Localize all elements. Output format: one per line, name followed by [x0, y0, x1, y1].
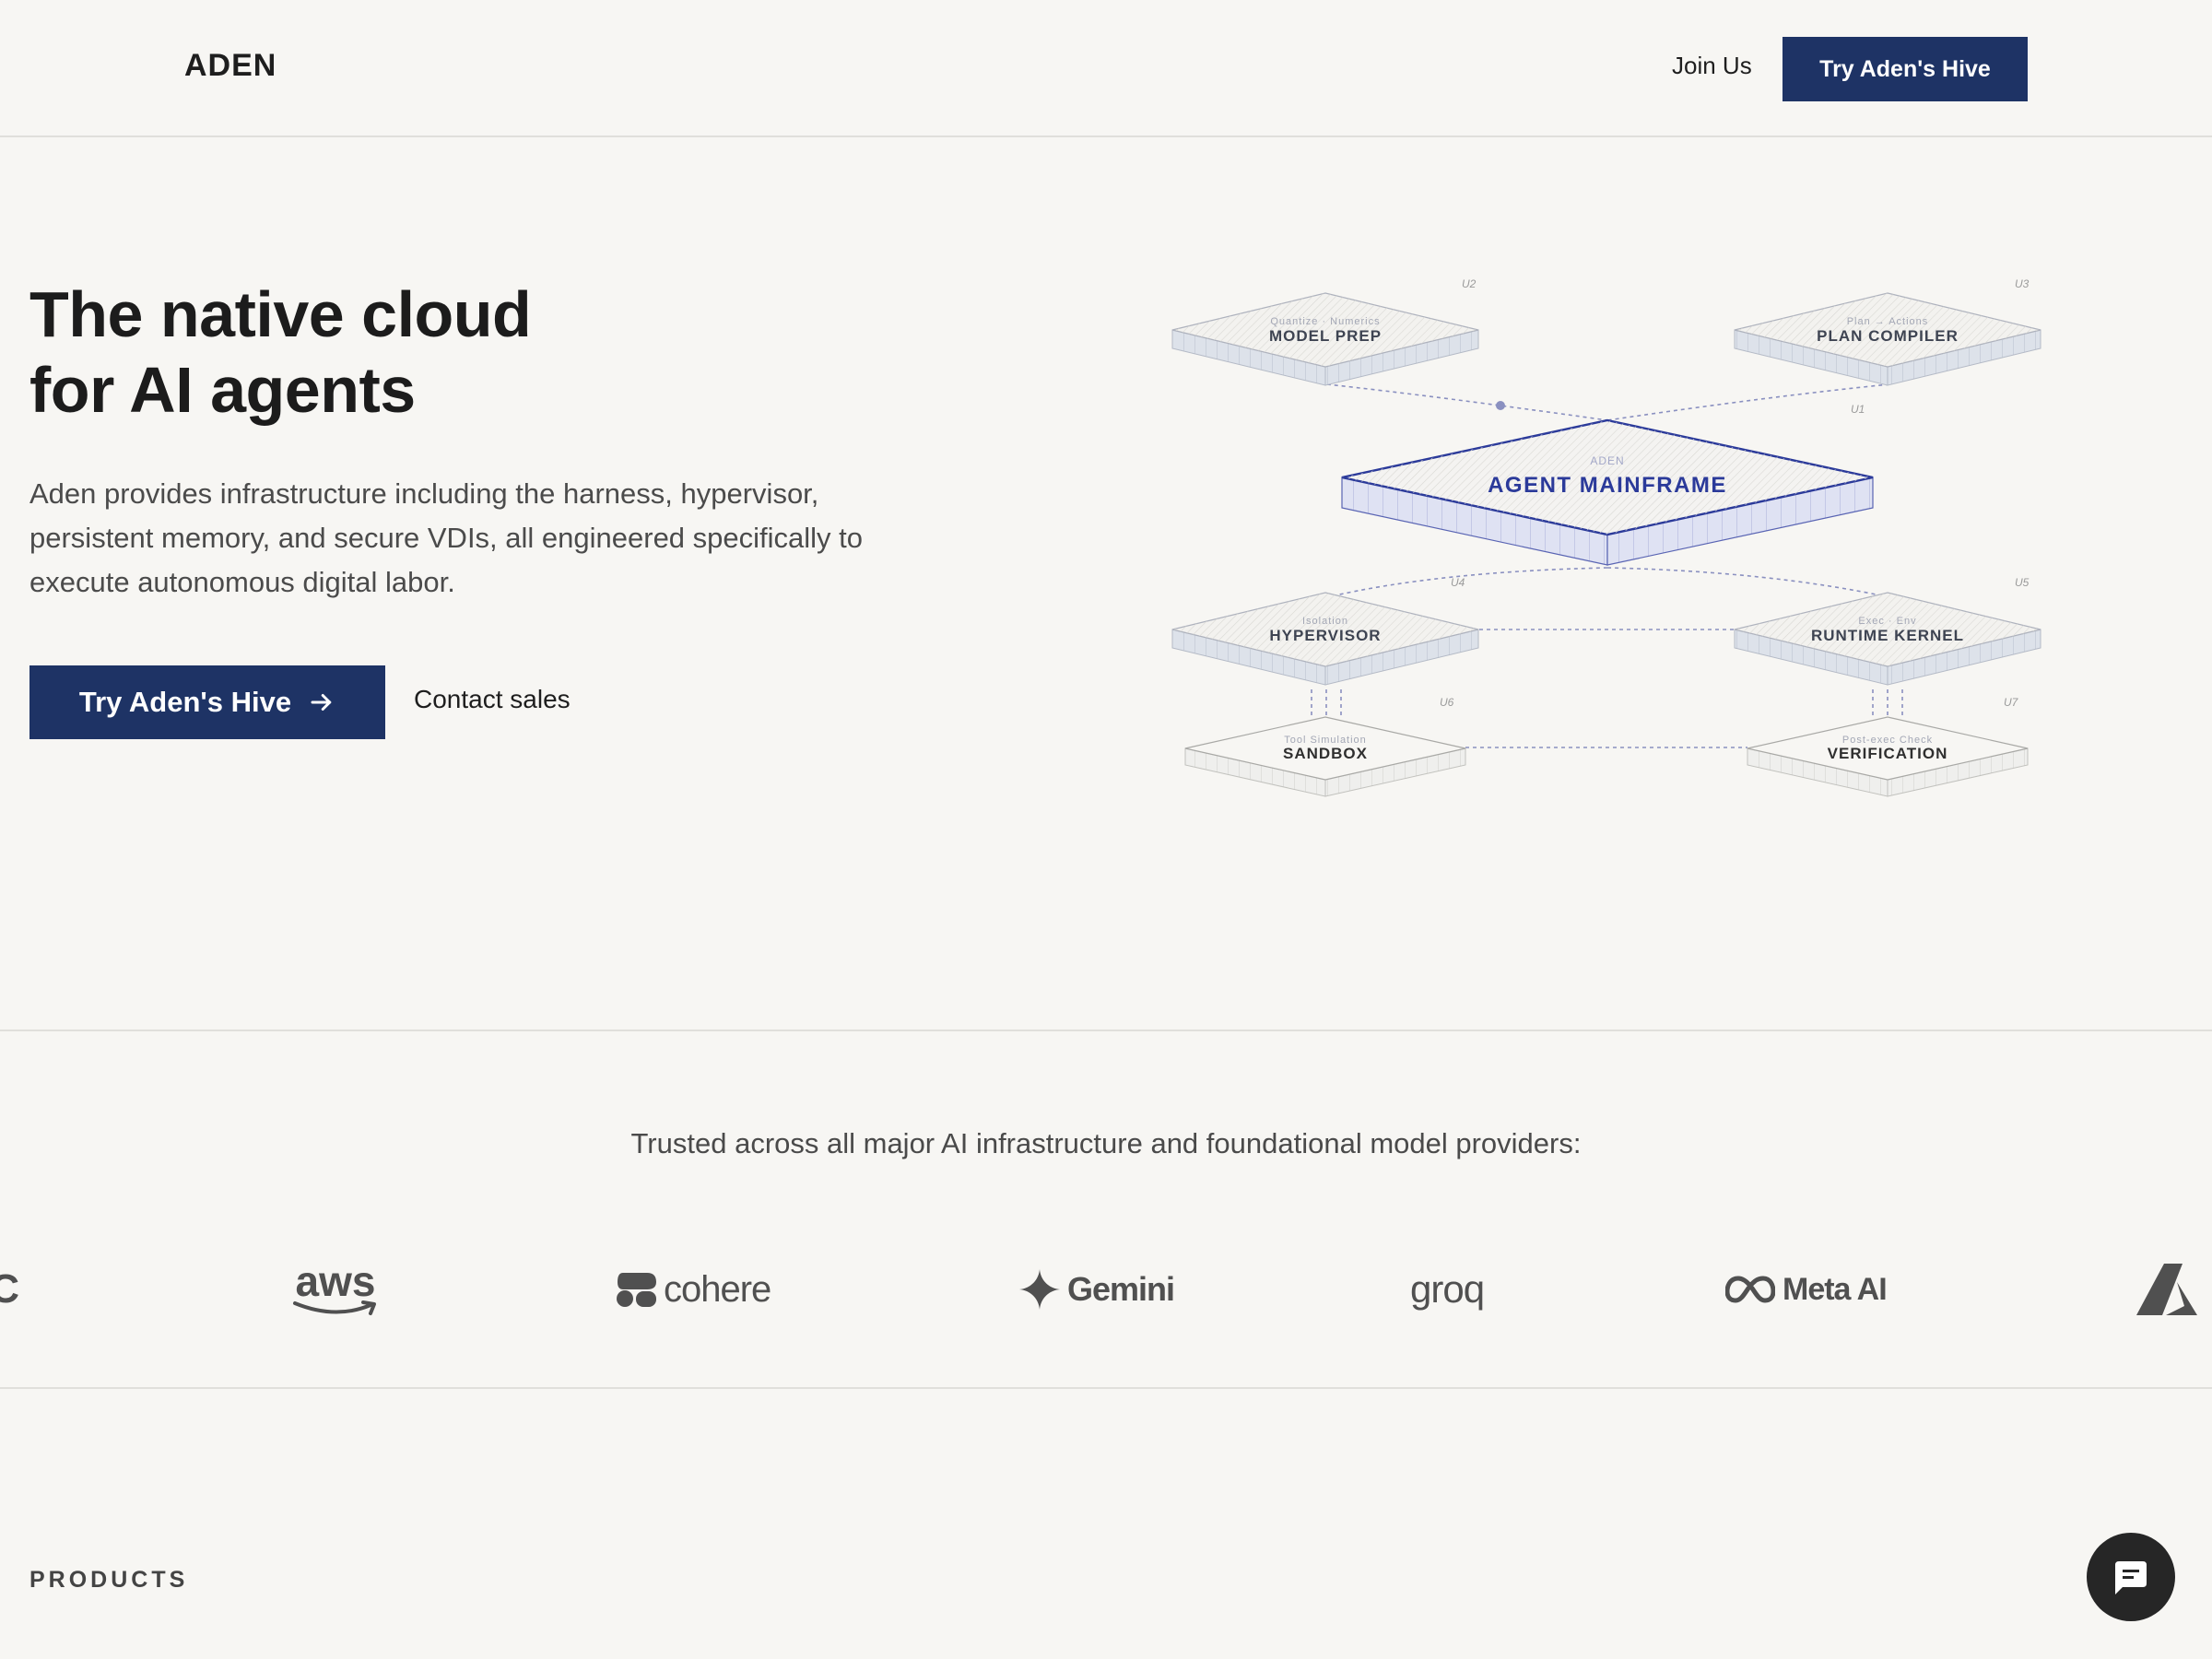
aws-wordmark: aws [295, 1257, 376, 1305]
runtime-kernel-unit: U5 [2015, 576, 2030, 589]
sandbox-label: SANDBOX [1283, 745, 1368, 762]
node-model-prep[interactable]: Quantize · Numerics MODEL PREP U2 [1171, 277, 1479, 386]
mainframe-unit: U1 [1851, 403, 1865, 416]
plan-compiler-unit: U3 [2015, 277, 2030, 290]
arrow-right-icon [311, 694, 332, 711]
groq-wordmark: groq [1410, 1267, 1485, 1311]
chat-launcher-button[interactable] [2087, 1533, 2175, 1621]
hero-title-line-1: The native cloud [29, 278, 532, 350]
site-header: ADEN Join Us Try Aden's Hive [0, 0, 2212, 137]
cohere-wordmark: cohere [664, 1268, 771, 1310]
gemini-wordmark: Gemini [1067, 1270, 1175, 1308]
gemini-star-icon [1019, 1269, 1060, 1310]
logo-cohere: cohere [616, 1253, 771, 1326]
aden-logo[interactable]: ADEN [184, 48, 276, 84]
node-agent-mainframe[interactable]: ADEN AGENT MAINFRAME U1 [1341, 403, 1874, 566]
hero-title-line-2: for AI agents [29, 354, 416, 426]
anthropic-wordmark: \C [0, 1266, 19, 1312]
azure-icon [2136, 1264, 2197, 1315]
hypervisor-unit: U4 [1451, 576, 1465, 589]
logo-meta-ai: Meta AI [1725, 1253, 1888, 1326]
logo-anthropic: \C [0, 1253, 19, 1326]
logo-aws: aws [291, 1253, 380, 1326]
contact-sales-link[interactable]: Contact sales [414, 685, 571, 714]
node-runtime-kernel[interactable]: Exec · Env RUNTIME KERNEL U5 [1734, 576, 2041, 686]
meta-infinity-icon [1725, 1276, 1775, 1303]
hero-try-hive-button[interactable]: Try Aden's Hive [29, 665, 385, 739]
verification-label: VERIFICATION [1828, 745, 1948, 762]
plan-compiler-label: PLAN COMPILER [1817, 327, 1959, 345]
logo-gemini: Gemini [1019, 1253, 1175, 1326]
header-try-hive-button[interactable]: Try Aden's Hive [1783, 37, 2028, 101]
trusted-by-text: Trusted across all major AI infrastructu… [630, 1127, 1582, 1159]
mainframe-label: AGENT MAINFRAME [1488, 473, 1727, 498]
runtime-kernel-tag: Exec · Env [1858, 616, 1916, 627]
model-prep-unit: U2 [1462, 277, 1477, 290]
meta-ai-wordmark: Meta AI [1783, 1271, 1888, 1307]
products-section-label: PRODUCTS [29, 1567, 189, 1593]
cohere-icon [617, 1273, 656, 1307]
plan-compiler-tag: Plan → Actions [1847, 316, 1929, 327]
trusted-by-section: Trusted across all major AI infrastructu… [0, 1030, 2212, 1389]
mainframe-tag: ADEN [1590, 454, 1624, 467]
runtime-kernel-label: RUNTIME KERNEL [1811, 627, 1964, 644]
verification-unit: U7 [2004, 696, 2019, 709]
connector-node [1496, 401, 1505, 410]
model-prep-label: MODEL PREP [1269, 327, 1382, 345]
node-plan-compiler[interactable]: Plan → Actions PLAN COMPILER U3 [1734, 277, 2041, 386]
node-verification[interactable]: Post-exec Check VERIFICATION U7 [1747, 696, 2029, 797]
logo-azure [2136, 1253, 2212, 1326]
hypervisor-label: HYPERVISOR [1269, 627, 1381, 644]
hero-description: Aden provides infrastructure including t… [29, 477, 864, 598]
logo-groq: groq [1410, 1253, 1485, 1326]
join-us-link[interactable]: Join Us [1672, 52, 1752, 80]
amazon-smile-icon [293, 1300, 376, 1315]
architecture-diagram: Quantize · Numerics MODEL PREP U2 Plan →… [1171, 277, 2041, 797]
hypervisor-tag: Isolation [1302, 616, 1348, 627]
hero-title: The native cloud for AI agents [29, 276, 532, 428]
node-hypervisor[interactable]: Isolation HYPERVISOR U4 [1171, 576, 1479, 686]
chat-icon [2115, 1561, 2147, 1594]
sandbox-unit: U6 [1440, 696, 1454, 709]
hero-try-hive-label: Try Aden's Hive [78, 686, 292, 718]
model-prep-tag: Quantize · Numerics [1270, 316, 1380, 327]
node-sandbox[interactable]: Tool Simulation SANDBOX U6 [1184, 696, 1466, 797]
